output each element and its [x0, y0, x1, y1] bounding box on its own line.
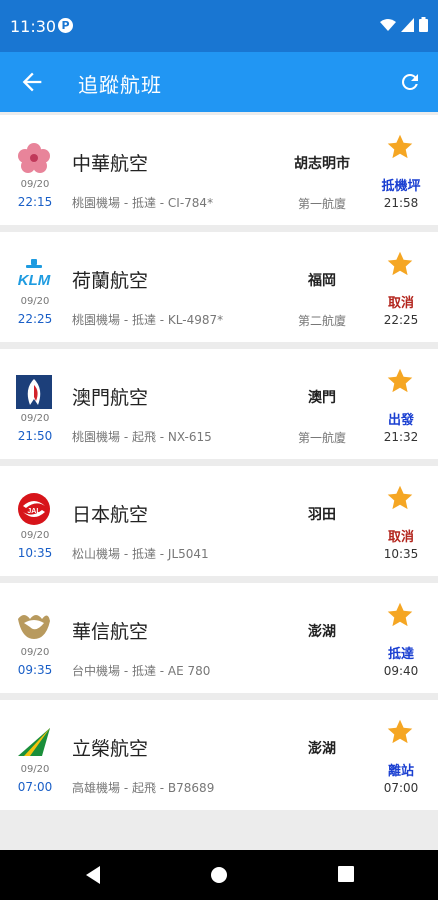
flight-card[interactable]: 09/20 22:15 中華航空 桃園機場 - 抵達 - CI-784* 胡志明…: [0, 115, 438, 225]
scheduled-time: 21:50: [17, 429, 53, 443]
actual-time: 10:35: [383, 547, 419, 561]
star-icon[interactable]: [385, 133, 415, 161]
flight-status: 抵達: [387, 647, 414, 662]
flight-detail: 台中機場 - 抵達 - AE 780: [72, 664, 211, 678]
airline-name: 華信航空: [72, 621, 149, 643]
refresh-icon[interactable]: [398, 70, 422, 94]
klm-icon: KLM: [18, 259, 51, 289]
nav-recents-icon[interactable]: [337, 865, 355, 883]
flight-list: 09/20 22:15 中華航空 桃園機場 - 抵達 - CI-784* 胡志明…: [0, 115, 438, 817]
star-icon[interactable]: [385, 250, 415, 278]
actual-time: 22:25: [383, 313, 419, 327]
flight-detail: 桃園機場 - 起飛 - NX-615: [72, 430, 212, 444]
page-title: 追蹤航班: [78, 73, 162, 97]
flight-detail: 桃園機場 - 抵達 - KL-4987*: [72, 313, 224, 327]
flight-status: 取消: [387, 530, 414, 545]
destination-city: 福岡: [308, 273, 336, 289]
airline-name: 日本航空: [72, 504, 149, 526]
flight-status: 出發: [387, 413, 414, 428]
flight-date: 09/20: [20, 296, 50, 307]
flight-status: 離站: [387, 764, 414, 779]
actual-time: 09:40: [383, 664, 419, 678]
flight-status: 抵機坪: [381, 179, 421, 194]
flight-card[interactable]: JAL 09/20 10:35 日本航空 松山機場 - 抵達 - JL5041 …: [0, 466, 438, 576]
flight-detail: 松山機場 - 抵達 - JL5041: [72, 547, 209, 561]
flight-detail: 高雄機場 - 起飛 - B78689: [72, 781, 215, 795]
air-macau-icon: [16, 375, 52, 409]
destination-city: 澎湖: [308, 624, 336, 640]
china-airlines-icon: [18, 143, 50, 173]
destination-city: 澳門: [308, 390, 336, 406]
app-notification-icon: P: [58, 18, 73, 33]
signal-icon: [401, 17, 414, 32]
star-icon[interactable]: [385, 484, 415, 512]
flight-card[interactable]: KLM 09/20 22:25 荷蘭航空 桃園機場 - 抵達 - KL-4987…: [0, 232, 438, 342]
terminal: 第一航廈: [297, 431, 346, 445]
terminal: 第一航廈: [297, 197, 346, 211]
destination-city: 羽田: [308, 507, 336, 523]
actual-time: 21:58: [383, 196, 419, 210]
uni-air-icon: [18, 728, 50, 756]
flight-card[interactable]: 09/20 21:50 澳門航空 桃園機場 - 起飛 - NX-615 澳門 第…: [0, 349, 438, 459]
back-arrow-icon[interactable]: [18, 68, 46, 96]
flight-card[interactable]: 09/20 07:00 立榮航空 高雄機場 - 起飛 - B78689 澎湖 離…: [0, 700, 438, 810]
jal-icon: JAL: [18, 493, 50, 525]
destination-city: 胡志明市: [294, 156, 350, 172]
scheduled-time: 10:35: [17, 546, 53, 560]
wifi-icon: [380, 18, 396, 31]
destination-city: 澎湖: [308, 741, 336, 757]
flight-card[interactable]: 09/20 09:35 華信航空 台中機場 - 抵達 - AE 780 澎湖 抵…: [0, 583, 438, 693]
app-bar: 追蹤航班: [0, 52, 438, 112]
mandarin-airlines-icon: [18, 615, 50, 639]
flight-date: 09/20: [20, 530, 50, 541]
star-icon[interactable]: [385, 601, 415, 629]
flight-date: 09/20: [20, 413, 50, 424]
airline-name: 澳門航空: [72, 387, 149, 409]
actual-time: 07:00: [383, 781, 419, 795]
airline-name: 中華航空: [72, 153, 149, 175]
scheduled-time: 22:15: [17, 195, 53, 209]
star-icon[interactable]: [385, 367, 415, 395]
flight-date: 09/20: [20, 179, 50, 190]
flight-date: 09/20: [20, 647, 50, 658]
battery-icon: [419, 17, 428, 32]
scheduled-time: 09:35: [17, 663, 53, 677]
actual-time: 21:32: [383, 430, 419, 444]
svg-text:KLM: KLM: [18, 272, 51, 289]
svg-text:JAL: JAL: [27, 508, 41, 515]
flight-detail: 桃園機場 - 抵達 - CI-784*: [72, 196, 214, 210]
star-icon[interactable]: [385, 718, 415, 746]
flight-date: 09/20: [20, 764, 50, 775]
system-nav-bar: [0, 850, 438, 900]
nav-home-icon[interactable]: [209, 865, 229, 885]
airline-name: 荷蘭航空: [72, 270, 149, 292]
status-time: 11:30: [10, 17, 57, 36]
terminal: 第二航廈: [297, 314, 346, 328]
status-bar: 11:30 P: [0, 0, 438, 52]
scheduled-time: 22:25: [17, 312, 53, 326]
nav-back-icon[interactable]: [84, 865, 102, 885]
flight-status: 取消: [387, 296, 414, 311]
system-icons: [380, 17, 428, 32]
airline-name: 立榮航空: [72, 738, 149, 760]
scheduled-time: 07:00: [17, 780, 53, 794]
